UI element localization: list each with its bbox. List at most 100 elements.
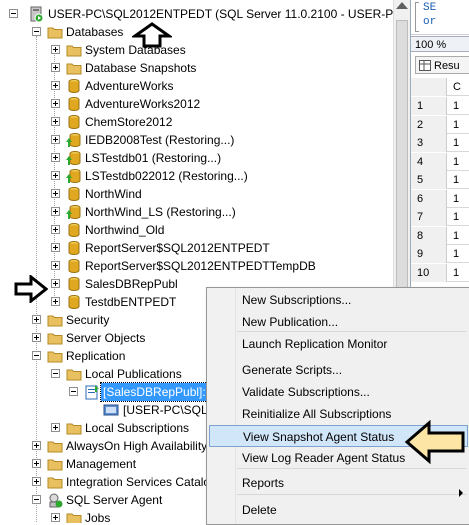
table-row[interactable]: 81 xyxy=(411,226,469,245)
database-icon xyxy=(68,295,80,309)
database-label: AdventureWorks2012 xyxy=(85,97,201,111)
grid-icon xyxy=(419,60,431,71)
expand-icon[interactable] xyxy=(51,45,60,54)
database-icon xyxy=(68,223,80,237)
table-row[interactable]: 10 1 xyxy=(411,263,469,282)
database-label: TestdbENTPEDT xyxy=(85,295,177,309)
collapse-icon[interactable] xyxy=(69,387,78,396)
database-label: NorthWind_LS (Restoring...) xyxy=(85,205,236,219)
collapse-icon[interactable] xyxy=(9,9,18,18)
collapse-icon[interactable] xyxy=(32,351,41,360)
folder-icon xyxy=(66,369,82,381)
left-arrow-annotation-icon xyxy=(404,420,465,464)
expand-icon[interactable] xyxy=(51,63,60,72)
submenu-arrow-icon xyxy=(459,489,463,497)
expand-icon[interactable] xyxy=(51,135,60,144)
row-number: 4 xyxy=(411,152,447,171)
expand-icon[interactable] xyxy=(51,297,60,306)
table-row[interactable]: 61 xyxy=(411,189,469,208)
folder-icon xyxy=(66,423,82,435)
row-number: 8 xyxy=(411,226,447,245)
expand-icon[interactable] xyxy=(51,153,60,162)
code-line-1: SE xyxy=(423,2,437,14)
collapse-icon[interactable] xyxy=(32,495,41,504)
row-header-corner xyxy=(411,78,447,96)
menu-item[interactable]: Generate Scripts... xyxy=(209,359,468,381)
cell-value: 1 xyxy=(453,229,460,242)
results-tab-label: Resu xyxy=(434,60,460,72)
collapse-icon[interactable] xyxy=(32,27,41,36)
scroll-up-icon[interactable] xyxy=(396,2,408,9)
server-node[interactable]: USER-PC\SQL2012ENTPEDT (SQL Server 11.0.… xyxy=(0,5,410,23)
cell-value: 1 xyxy=(453,211,460,223)
alwayson-label: AlwaysOn High Availability xyxy=(66,439,208,453)
expand-icon[interactable] xyxy=(51,261,60,270)
database-icon xyxy=(68,115,80,129)
database-restoring-icon xyxy=(66,133,81,147)
menu-item-label: View Log Reader Agent Status xyxy=(242,451,406,465)
cell-value: 1 xyxy=(453,174,460,186)
database-label: IEDB2008Test (Restoring...) xyxy=(85,133,235,147)
subscription-icon xyxy=(103,404,119,416)
expand-icon[interactable] xyxy=(32,441,41,450)
selected-publication-label[interactable]: [SalesDBRepPubl]: S xyxy=(99,382,221,402)
menu-item[interactable]: Delete xyxy=(209,499,468,521)
menu-item[interactable]: Reports xyxy=(209,472,468,494)
expand-icon[interactable] xyxy=(51,117,60,126)
table-row[interactable]: 51 xyxy=(411,171,469,189)
expand-icon[interactable] xyxy=(32,333,41,342)
menu-item-label: View Snapshot Agent Status xyxy=(243,430,395,444)
database-icon xyxy=(68,79,80,93)
column-header: C xyxy=(453,81,461,93)
table-row[interactable]: 41 xyxy=(411,152,469,171)
expand-icon[interactable] xyxy=(51,189,60,198)
table-row[interactable]: 91 xyxy=(411,245,469,263)
database-restoring-icon xyxy=(66,151,81,165)
subscription-label: [USER-PC\SQL2 xyxy=(123,403,215,417)
integration-services-label: Integration Services Catalo xyxy=(66,475,211,489)
up-arrow-annotation-icon xyxy=(132,22,172,48)
expand-icon[interactable] xyxy=(51,513,60,522)
expand-icon[interactable] xyxy=(51,207,60,216)
query-editor[interactable]: SE or xyxy=(411,0,469,35)
publication-icon xyxy=(85,385,99,400)
menu-item[interactable]: Launch Replication Monitor xyxy=(209,333,468,355)
menu-item-label: Launch Replication Monitor xyxy=(242,337,388,351)
folder-icon xyxy=(66,63,82,75)
row-number: 1 xyxy=(411,97,447,115)
zoom-level[interactable]: 100 % xyxy=(411,36,469,52)
database-label: AdventureWorks xyxy=(85,79,174,93)
table-row[interactable]: 71 xyxy=(411,208,469,226)
menu-item-label: New Publication... xyxy=(242,315,339,329)
database-icon xyxy=(68,259,80,273)
expand-icon[interactable] xyxy=(51,99,60,108)
menu-item[interactable]: Validate Subscriptions... xyxy=(209,381,468,403)
folder-icon xyxy=(47,333,63,345)
cell-value: 1 xyxy=(453,248,460,260)
row-number: 3 xyxy=(411,134,447,152)
replication-label: Replication xyxy=(66,349,126,363)
expand-icon[interactable] xyxy=(51,81,60,90)
expand-icon[interactable] xyxy=(51,423,60,432)
menu-item-label: Delete xyxy=(242,503,277,517)
expand-icon[interactable] xyxy=(51,243,60,252)
database-restoring-icon xyxy=(66,205,81,219)
code-line-2: or xyxy=(423,16,437,28)
expand-icon[interactable] xyxy=(51,279,60,288)
databases-label: Databases xyxy=(66,25,124,39)
expand-icon[interactable] xyxy=(32,477,41,486)
collapse-icon[interactable] xyxy=(51,369,60,378)
grid-header: C xyxy=(411,78,469,96)
table-row[interactable]: 31 xyxy=(411,134,469,152)
expand-icon[interactable] xyxy=(32,315,41,324)
expand-icon[interactable] xyxy=(32,459,41,468)
local-subscriptions-label: Local Subscriptions xyxy=(85,421,190,435)
menu-item[interactable]: New Publication... xyxy=(209,311,468,333)
table-row[interactable]: 11 xyxy=(411,97,469,115)
menu-item[interactable]: New Subscriptions... xyxy=(209,289,468,311)
context-menu: New Subscriptions... New Publication... La… xyxy=(206,287,469,525)
table-row[interactable]: 21 xyxy=(411,115,469,134)
expand-icon[interactable] xyxy=(51,171,60,180)
results-tab[interactable]: Resu xyxy=(415,56,469,74)
expand-icon[interactable] xyxy=(51,225,60,234)
